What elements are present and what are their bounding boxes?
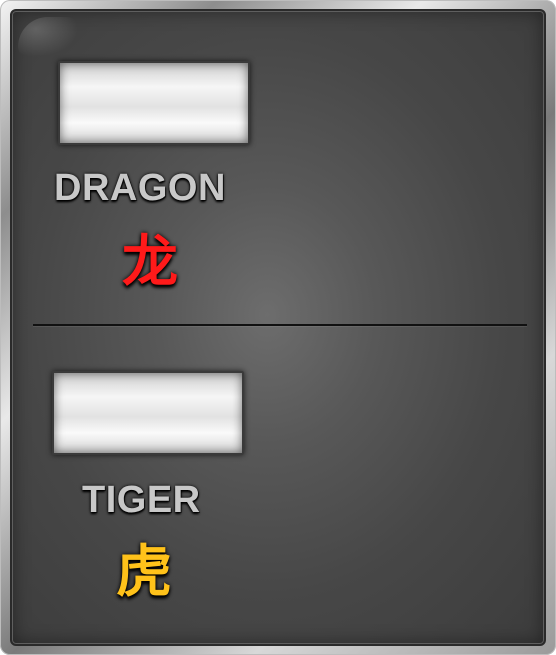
betting-panel: DRAGON 龙 TIGER 虎 (10, 9, 546, 646)
dragon-label: DRAGON (54, 167, 226, 209)
tiger-glyph: 虎 (116, 540, 172, 605)
dragon-glyph: 龙 (122, 230, 178, 295)
tiger-label: TIGER (82, 479, 201, 521)
panel-gloss (18, 17, 78, 57)
dragon-card-slot[interactable] (58, 61, 250, 145)
tiger-card-slot[interactable] (52, 371, 244, 455)
section-divider (33, 324, 527, 326)
table-frame: DRAGON 龙 TIGER 虎 (0, 0, 556, 655)
